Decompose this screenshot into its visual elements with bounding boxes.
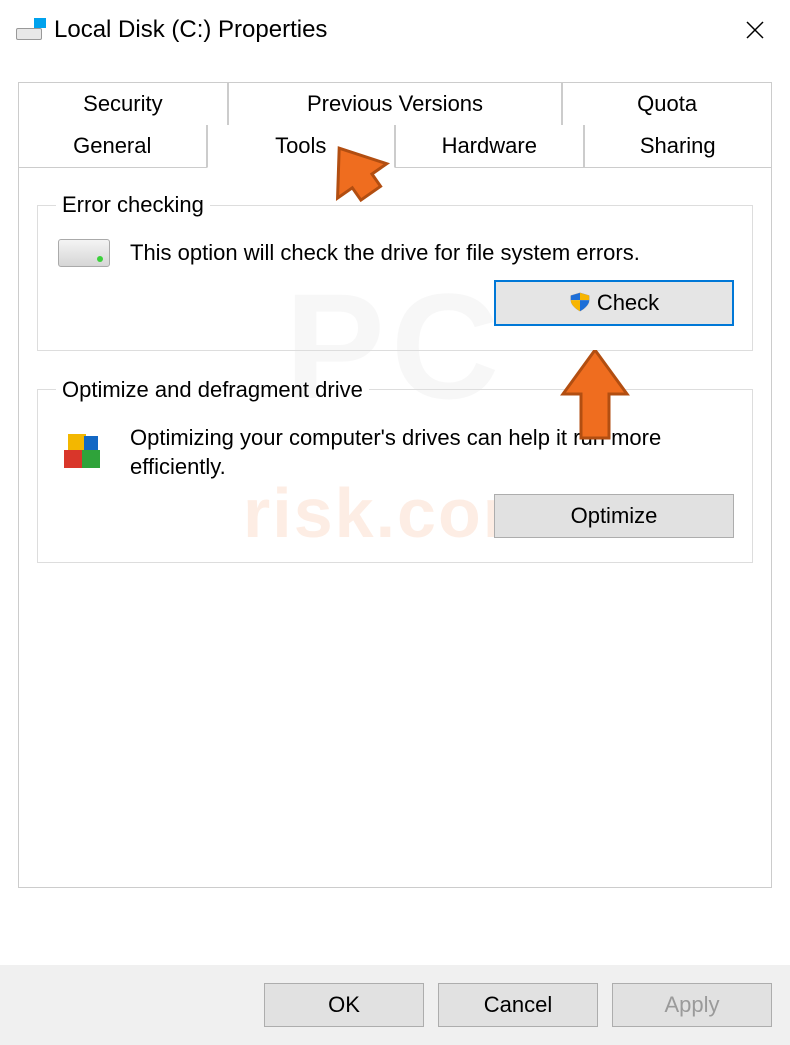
- tab-quota[interactable]: Quota: [562, 82, 772, 125]
- tools-panel: Error checking This option will check th…: [18, 168, 772, 888]
- ok-button[interactable]: OK: [264, 983, 424, 1027]
- tabs-row-2: General Tools Hardware Sharing: [18, 125, 772, 168]
- tabs-row-1: Security Previous Versions Quota: [18, 82, 772, 125]
- hdd-icon: [56, 238, 112, 268]
- check-button[interactable]: Check: [494, 280, 734, 326]
- window-title: Local Disk (C:) Properties: [54, 16, 327, 44]
- tab-general[interactable]: General: [18, 125, 207, 168]
- error-checking-legend: Error checking: [56, 192, 210, 218]
- close-button[interactable]: [740, 15, 770, 45]
- tab-hardware[interactable]: Hardware: [395, 125, 584, 168]
- optimize-button[interactable]: Optimize: [494, 494, 734, 538]
- tab-tools[interactable]: Tools: [207, 125, 396, 168]
- uac-shield-icon: [569, 291, 591, 315]
- tab-previous-versions[interactable]: Previous Versions: [228, 82, 562, 125]
- cancel-button[interactable]: Cancel: [438, 983, 598, 1027]
- tab-sharing[interactable]: Sharing: [584, 125, 773, 168]
- error-checking-group: Error checking This option will check th…: [37, 192, 753, 351]
- optimize-button-label: Optimize: [571, 503, 658, 529]
- optimize-group: Optimize and defragment drive Optimizing…: [37, 377, 753, 563]
- dialog-footer: OK Cancel Apply: [0, 965, 790, 1045]
- tab-security[interactable]: Security: [18, 82, 228, 125]
- error-checking-text: This option will check the drive for fil…: [130, 238, 640, 268]
- apply-button: Apply: [612, 983, 772, 1027]
- optimize-text: Optimizing your computer's drives can he…: [130, 423, 734, 482]
- defrag-icon: [56, 423, 112, 482]
- optimize-legend: Optimize and defragment drive: [56, 377, 369, 403]
- check-button-label: Check: [597, 290, 659, 316]
- titlebar: Local Disk (C:) Properties: [0, 0, 790, 56]
- drive-icon: [16, 20, 44, 40]
- close-icon: [745, 20, 765, 40]
